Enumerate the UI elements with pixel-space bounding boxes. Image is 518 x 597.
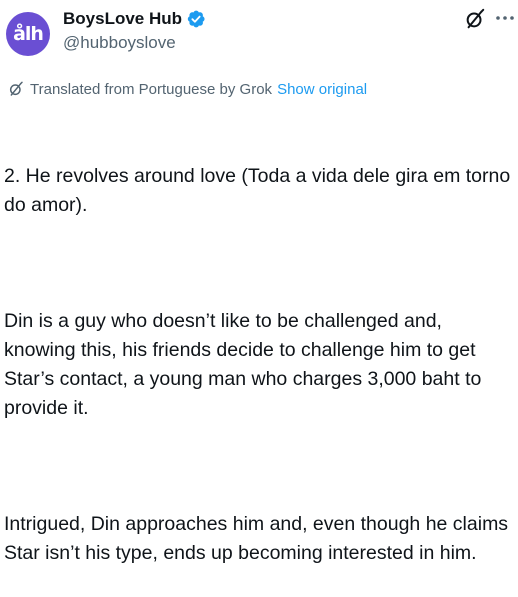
verified-badge-icon <box>187 10 205 28</box>
grok-small-icon <box>9 81 23 96</box>
name-row: BoysLove Hub <box>63 8 206 30</box>
translation-label: Translated from Portuguese by Grok <box>30 80 273 98</box>
tweet-header: ålh BoysLove Hub @hubboyslove <box>0 0 518 70</box>
grok-icon[interactable] <box>464 8 486 30</box>
tweet-paragraph: Intrigued, Din approaches him and, even … <box>4 513 514 564</box>
display-name[interactable]: BoysLove Hub <box>63 9 182 29</box>
tweet-paragraph: 2. He revolves around love (Toda a vida … <box>4 165 516 216</box>
translation-notice: Translated from Portuguese by Grok Show … <box>8 79 367 99</box>
tweet-text: 2. He revolves around love (Toda a vida … <box>4 104 516 597</box>
tweet-paragraph: Din is a guy who doesn’t like to be chal… <box>4 310 487 419</box>
more-options-icon[interactable] <box>492 10 518 24</box>
handle[interactable]: @hubboyslove <box>63 33 176 53</box>
show-original-link[interactable]: Show original <box>277 81 367 98</box>
avatar-logo-text: ålh <box>13 23 44 45</box>
avatar[interactable]: ålh <box>6 12 50 56</box>
